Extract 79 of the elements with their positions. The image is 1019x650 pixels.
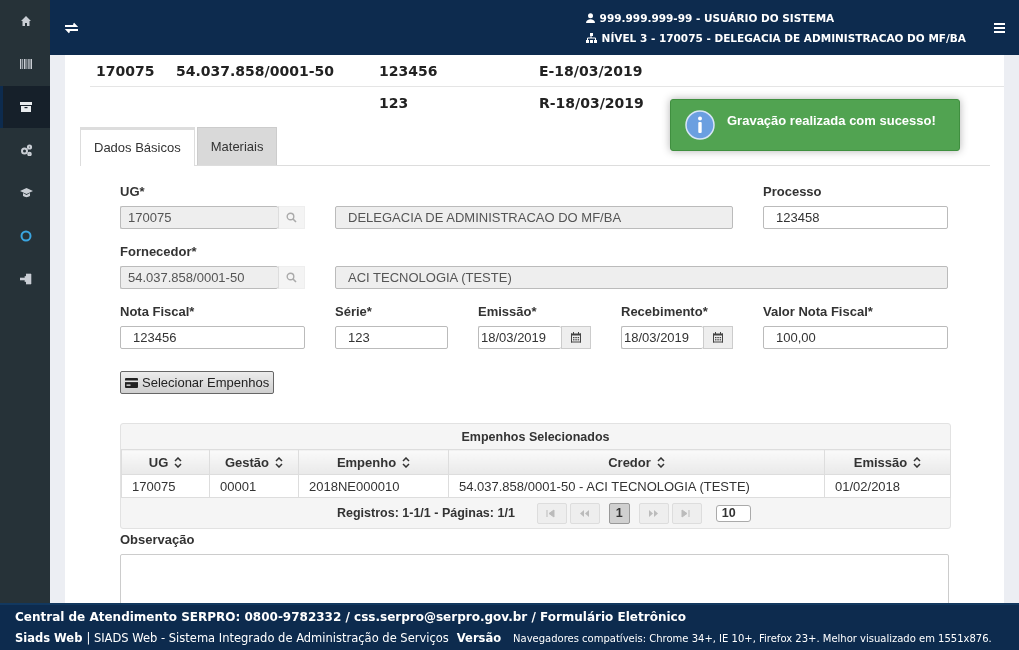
summary-value: 170075	[96, 62, 156, 79]
summary-value: 123	[379, 94, 410, 111]
field-label: Recebimento*	[621, 304, 709, 319]
calendar-button[interactable]	[561, 326, 591, 349]
user-icon	[585, 12, 595, 23]
table-cell: 54.037.858/0001-50 - ACI TECNOLOGIA (TESTE)	[448, 474, 825, 498]
field-label: Valor Nota Fiscal*	[763, 304, 874, 319]
field-label: UG*	[120, 184, 146, 199]
description-field: DELEGACIA DE ADMINISTRACAO DO MF/BA	[335, 206, 733, 229]
archive-box-icon	[20, 101, 33, 113]
tab[interactable]: Dados Básicos	[80, 127, 195, 166]
select-commitments-button[interactable]: Selecionar Empenhos	[120, 371, 275, 394]
sort-icon	[402, 456, 411, 468]
barcode-icon	[20, 58, 33, 70]
input-field[interactable]: 100,00	[763, 326, 948, 349]
sort-icon	[275, 456, 284, 468]
page-button[interactable]: 1	[608, 502, 630, 524]
column-header[interactable]: Empenho	[298, 449, 449, 475]
info-icon	[685, 110, 715, 140]
table-cell: 00001	[209, 474, 299, 498]
sort-icon	[656, 456, 665, 468]
field-label: Observação	[120, 532, 196, 547]
column-header[interactable]: Credor	[448, 449, 825, 475]
summary-value: E-18/03/2019	[539, 62, 644, 79]
column-header[interactable]: Gestão	[209, 449, 299, 475]
previous-page-icon	[579, 508, 591, 518]
table-cell: 170075	[121, 474, 210, 498]
date-field[interactable]: 18/03/2019	[621, 326, 703, 349]
input-field[interactable]: 123456	[120, 326, 305, 349]
version-label: Versão	[456, 631, 502, 645]
records-info: Registros: 1-1/1 - Páginas: 1/1	[337, 506, 515, 520]
tab[interactable]: Materiais	[196, 127, 278, 165]
user-name: 999.999.999-99 - USUÁRIO DO SISTEMA	[599, 11, 835, 24]
toast-message: Gravação realizada com sucesso!	[727, 112, 936, 128]
home-icon	[20, 15, 33, 27]
contact-info: Central de Atendimento SERPRO: 0800-9782332 / css.serpro@serpro.gov.br / Formulário Eletrônico	[15, 610, 687, 624]
search-icon	[286, 272, 297, 283]
input-field[interactable]: 123458	[763, 206, 948, 229]
user-level: NÍVEL 3 - 170075 - DELEGACIA DE ADMINISTRACAO DO MF/BA	[601, 31, 966, 44]
table-cell: 01/02/2018	[824, 474, 951, 498]
table-title: Empenhos Selecionados	[460, 429, 611, 446]
next-page-icon	[648, 508, 660, 518]
summary-value: 123456	[379, 62, 439, 79]
field-label: Emissão*	[478, 304, 538, 319]
field-label: Nota Fiscal*	[120, 304, 196, 319]
summary-value: R-18/03/2019	[539, 94, 645, 111]
summary-value: 54.037.858/0001-50	[176, 62, 335, 79]
menu-icon	[994, 22, 1005, 33]
swap-arrows-icon	[64, 21, 79, 34]
field-label: Fornecedor*	[120, 244, 198, 259]
description-field: ACI TECNOLOGIA (TESTE)	[335, 266, 948, 289]
input-field[interactable]: 170075	[120, 206, 278, 229]
sign-in-icon	[20, 273, 33, 285]
calendar-button[interactable]	[703, 326, 733, 349]
input-field[interactable]: 54.037.858/0001-50	[120, 266, 278, 289]
sort-icon	[174, 456, 183, 468]
search-icon	[286, 212, 297, 223]
gears-icon	[20, 144, 33, 156]
circle-icon	[20, 230, 33, 242]
card-icon	[125, 377, 138, 388]
calendar-icon	[571, 332, 581, 343]
sort-icon	[913, 456, 922, 468]
brand-name: Siads Web	[15, 631, 83, 645]
input-field[interactable]: 123	[335, 326, 448, 349]
page-size-select[interactable]: 10	[715, 504, 751, 522]
system-name: | SIADS Web - Sistema Integrado de Administração de Serviços	[86, 631, 449, 645]
sidebar-item[interactable]	[0, 86, 50, 128]
table-cell: 2018NE000010	[298, 474, 449, 498]
date-field[interactable]: 18/03/2019	[478, 326, 561, 349]
column-header[interactable]: Emissão	[824, 449, 951, 475]
field-label: Processo	[763, 184, 823, 199]
column-header[interactable]: UG	[121, 449, 210, 475]
first-page-icon	[546, 508, 558, 518]
hierarchy-icon	[585, 32, 597, 43]
browser-note: Navegadores compatíveis: Chrome 34+, IE 10+, Firefox 23+. Melhor visualizado em 1551x876.	[513, 633, 992, 644]
graduation-cap-icon	[20, 187, 33, 199]
field-label: Série*	[335, 304, 373, 319]
calendar-icon	[713, 332, 723, 343]
last-page-icon	[681, 508, 693, 518]
